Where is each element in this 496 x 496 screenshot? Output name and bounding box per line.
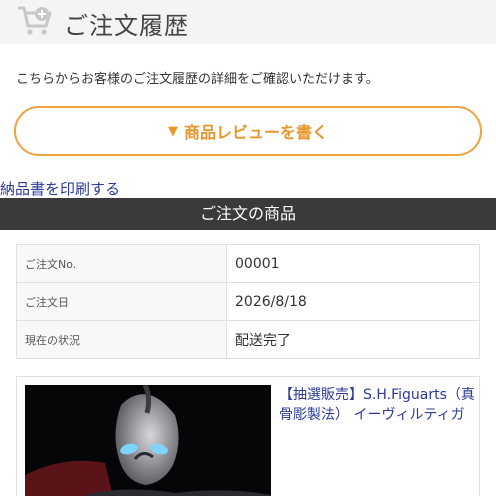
order-number-value: 00001 bbox=[226, 244, 480, 283]
order-date-value: 2026/8/18 bbox=[226, 282, 480, 321]
triangle-down-icon: ▼ bbox=[167, 123, 178, 139]
product-name-link[interactable]: 【抽選販売】S.H.Figuarts（真骨彫製法） イーヴィルティガ bbox=[279, 385, 475, 425]
order-status-value: 配送完了 bbox=[226, 320, 480, 359]
cart-icon bbox=[18, 6, 52, 35]
order-history-main: こちらからお客様のご注文履歴の詳細をご確認いただけます。 ▼ 商品レビューを書く… bbox=[0, 44, 496, 198]
write-review-label: 商品レビューを書く bbox=[183, 123, 328, 142]
figure-illustration bbox=[25, 385, 271, 496]
order-number-label: ご注文No. bbox=[16, 244, 227, 283]
table-row: ご注文日 2026/8/18 bbox=[16, 282, 480, 321]
intro-text: こちらからお客様のご注文履歴の詳細をご確認いただけます。 bbox=[16, 72, 379, 87]
order-status-label: 現在の状況 bbox=[16, 320, 227, 359]
product-image[interactable] bbox=[25, 385, 271, 496]
table-row: 現在の状況 配送完了 bbox=[16, 320, 480, 359]
table-row: ご注文No. 00001 bbox=[16, 244, 480, 283]
order-info-table: ご注文No. 00001 ご注文日 2026/8/18 現在の状況 配送完了 bbox=[16, 244, 480, 359]
print-invoice-link[interactable]: 納品書を印刷する bbox=[0, 178, 120, 199]
product-item: 【抽選販売】S.H.Figuarts（真骨彫製法） イーヴィルティガ bbox=[16, 376, 480, 496]
page-header: ご注文履歴 bbox=[0, 0, 496, 44]
section-header: ご注文の商品 bbox=[0, 198, 496, 230]
page-title: ご注文履歴 bbox=[64, 12, 189, 40]
section-title: ご注文の商品 bbox=[199, 204, 296, 223]
write-review-button[interactable]: ▼ 商品レビューを書く bbox=[14, 106, 482, 156]
order-items-section: ご注文No. 00001 ご注文日 2026/8/18 現在の状況 配送完了 【… bbox=[0, 230, 496, 496]
order-date-label: ご注文日 bbox=[16, 282, 227, 321]
